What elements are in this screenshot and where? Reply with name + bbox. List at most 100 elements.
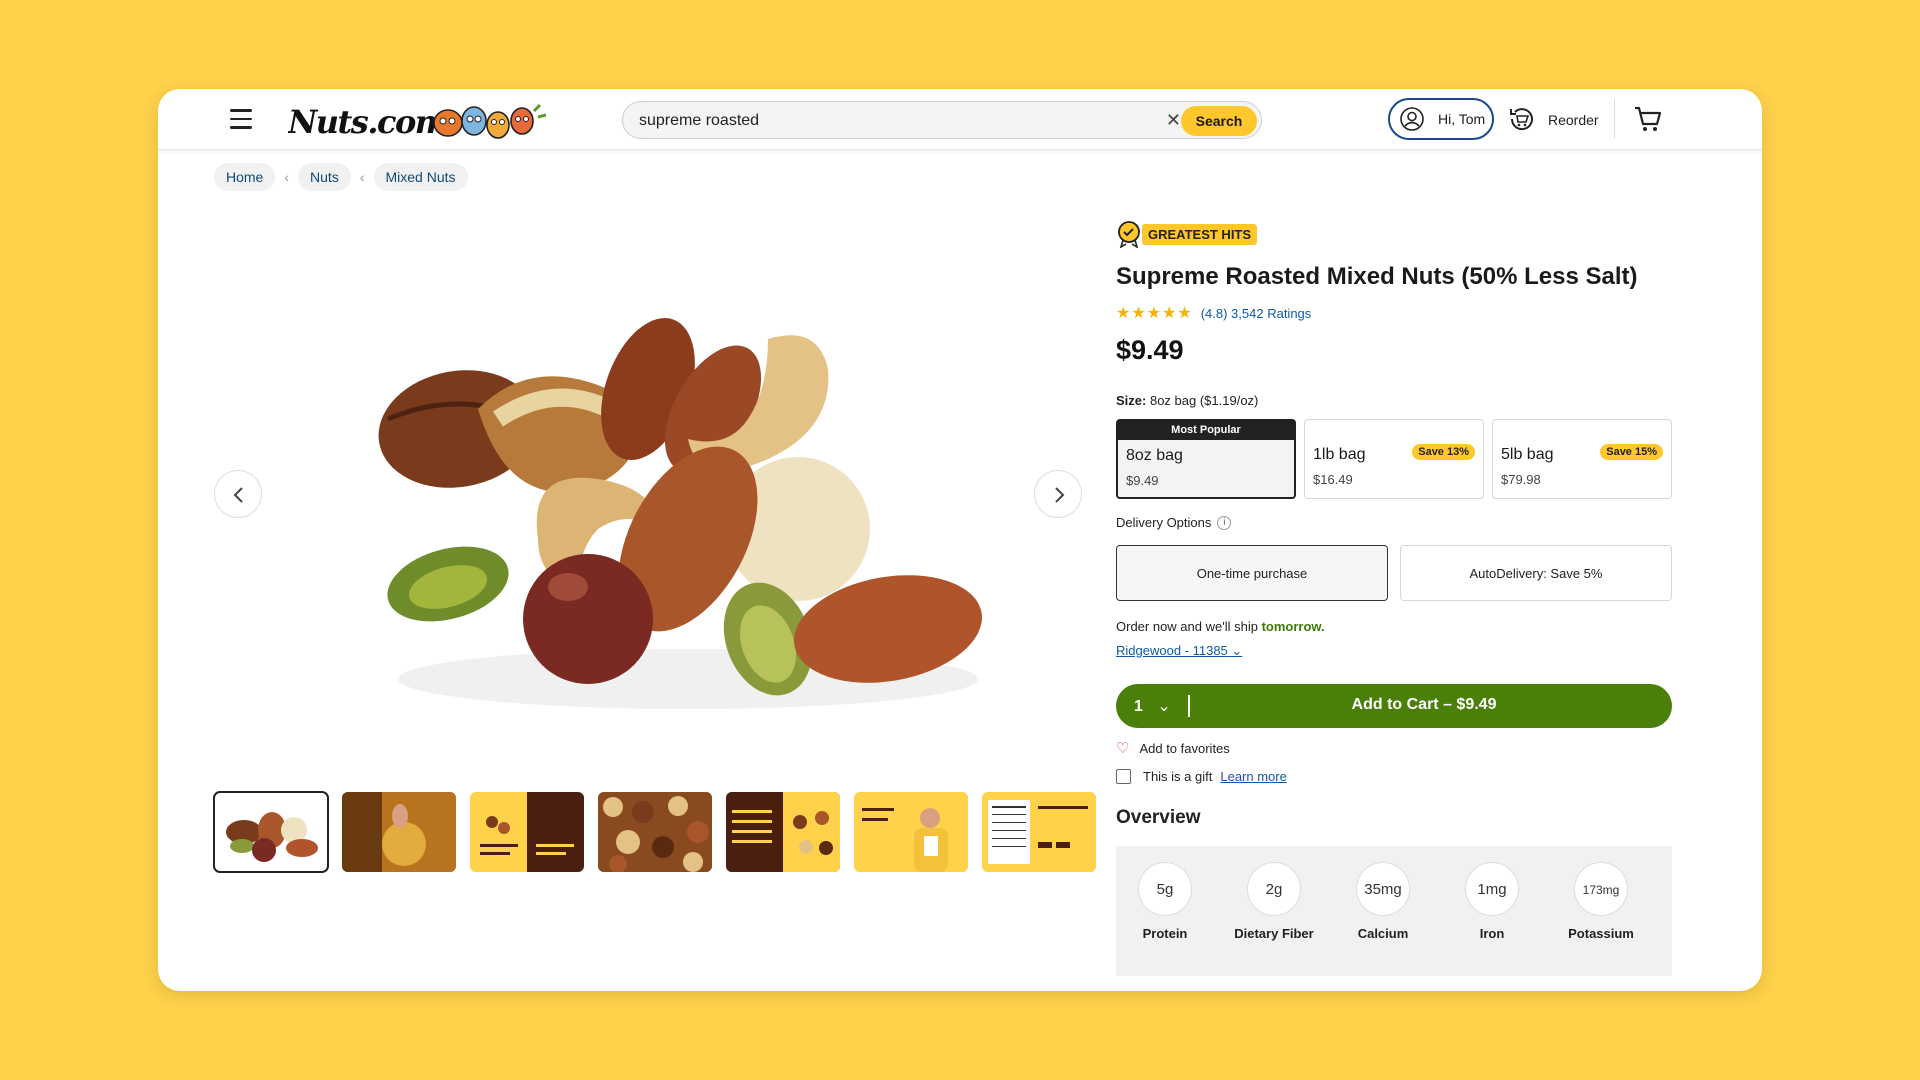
- account-button[interactable]: Hi, Tom: [1388, 98, 1494, 140]
- learn-more-link[interactable]: Learn more: [1220, 769, 1286, 784]
- thumbnail-1[interactable]: [213, 791, 329, 873]
- search-bar: ✕ Search: [622, 101, 1262, 139]
- badge-text: GREATEST HITS: [1142, 223, 1258, 245]
- size-label: Size: 8oz bag ($1.19/oz): [1116, 393, 1258, 408]
- nutrient-protein: 5g Protein: [1120, 862, 1210, 941]
- size-name: 1lb bag: [1313, 446, 1366, 463]
- thumbnail-5[interactable]: [726, 792, 840, 872]
- logo-wordmark: Nuts.com: [288, 103, 447, 141]
- nutrient-iron: 1mg Iron: [1447, 862, 1537, 941]
- nutrient-value: 173mg: [1574, 862, 1628, 916]
- reorder-icon: [1510, 108, 1533, 131]
- add-to-cart-button[interactable]: 1 ⌄ Add to Cart – $9.49: [1116, 684, 1672, 728]
- nutrition-panel: 5g Protein 2g Dietary Fiber 35mg Calcium…: [1116, 846, 1672, 976]
- ship-when: tomorrow.: [1261, 619, 1325, 634]
- greatest-hits-badge: GREATEST HITS: [1116, 219, 1258, 249]
- nutrient-fiber: 2g Dietary Fiber: [1229, 862, 1319, 941]
- thumbnail-image: [470, 792, 584, 872]
- delivery-options-label: Delivery Options i: [1116, 515, 1232, 530]
- size-option-1lb[interactable]: 1lb bag $16.49 Save 13%: [1304, 419, 1484, 499]
- breadcrumb-home[interactable]: Home: [214, 163, 276, 191]
- nutrient-label: Protein: [1142, 926, 1188, 941]
- close-icon[interactable]: ✕: [1166, 110, 1181, 131]
- thumbnail-image: [854, 792, 968, 872]
- thumbnail-image: [982, 792, 1096, 872]
- breadcrumb-nuts[interactable]: Nuts: [298, 163, 351, 191]
- product-image: [378, 317, 982, 709]
- user-icon: [1400, 107, 1424, 131]
- nutrient-value: 1mg: [1465, 862, 1519, 916]
- rating-text: (4.8) 3,542 Ratings: [1200, 305, 1312, 321]
- browser-page: Nuts.com ✕ Search: [158, 89, 1762, 991]
- thumbnail-7[interactable]: [982, 792, 1096, 872]
- nutrient-value: 5g: [1138, 862, 1192, 916]
- thumbnail-image: [342, 792, 456, 872]
- thumbnail-image: [598, 792, 712, 872]
- nutrient-calcium: 35mg Calcium: [1338, 862, 1428, 941]
- location-text: Ridgewood - 11385: [1116, 643, 1228, 658]
- add-to-favorites[interactable]: ♡ Add to favorites: [1116, 739, 1230, 757]
- autodelivery-option[interactable]: AutoDelivery: Save 5%: [1400, 545, 1672, 601]
- cart-icon[interactable]: [1632, 103, 1664, 135]
- award-icon: [1118, 221, 1140, 248]
- add-to-cart-label: Add to Cart – $9.49: [1351, 696, 1497, 713]
- size-price: $16.49: [1313, 472, 1353, 487]
- size-name: 5lb bag: [1501, 446, 1554, 463]
- overview-heading: Overview: [1116, 807, 1201, 828]
- nutrient-value: 2g: [1247, 862, 1301, 916]
- breadcrumb-mixed-nuts[interactable]: Mixed Nuts: [373, 163, 468, 191]
- favorites-label: Add to favorites: [1139, 740, 1230, 756]
- nutrient-label: Dietary Fiber: [1234, 926, 1314, 941]
- chevron-left-icon: ‹: [359, 169, 365, 185]
- heart-icon: ♡: [1116, 740, 1130, 757]
- site-header: Nuts.com ✕ Search: [158, 89, 1762, 150]
- nutrient-label: Calcium: [1357, 926, 1409, 941]
- size-price: $79.98: [1501, 472, 1541, 487]
- shipping-note: Order now and we'll ship tomorrow.: [1116, 619, 1325, 634]
- reorder-label: Reorder: [1548, 112, 1599, 128]
- thumbnail-6[interactable]: [854, 792, 968, 872]
- reorder-button[interactable]: Reorder: [1508, 101, 1608, 137]
- thumbnail-4[interactable]: [598, 792, 712, 872]
- size-options: Most Popular 8oz bag $9.49 1lb bag $16.4…: [1116, 419, 1672, 499]
- ship-text: Order now and we'll ship: [1116, 619, 1258, 634]
- chevron-down-icon: ⌄: [1231, 643, 1243, 658]
- delivery-location-link[interactable]: Ridgewood - 11385 ⌄: [1116, 643, 1242, 659]
- carousel-prev-button[interactable]: [214, 470, 262, 518]
- save-badge: Save 15%: [1600, 444, 1663, 460]
- one-time-purchase-option[interactable]: One-time purchase: [1116, 545, 1388, 601]
- size-option-5lb[interactable]: 5lb bag $79.98 Save 15%: [1492, 419, 1672, 499]
- logo-graphic: Nuts.com: [287, 103, 547, 141]
- product-rating[interactable]: ★★★★★ (4.8) 3,542 Ratings: [1116, 303, 1311, 323]
- chevron-left-icon: [233, 487, 243, 503]
- product-price: $9.49: [1116, 335, 1184, 365]
- search-input[interactable]: [639, 110, 1139, 132]
- breadcrumb: Home ‹ Nuts ‹ Mixed Nuts: [214, 163, 468, 191]
- nutrient-potassium: 173mg Potassium: [1556, 862, 1646, 941]
- search-button[interactable]: Search: [1181, 106, 1257, 136]
- delivery-options: One-time purchase AutoDelivery: Save 5%: [1116, 545, 1672, 601]
- site-logo[interactable]: Nuts.com: [287, 97, 558, 145]
- size-option-8oz[interactable]: Most Popular 8oz bag $9.49: [1116, 419, 1296, 499]
- size-price: $9.49: [1126, 473, 1159, 488]
- nutrient-value: 35mg: [1356, 862, 1410, 916]
- thumbnail-2[interactable]: [342, 792, 456, 872]
- size-name: 8oz bag: [1126, 447, 1183, 464]
- chevron-left-icon: ‹: [284, 169, 290, 185]
- header-divider: [1614, 99, 1615, 139]
- thumbnail-strip: [213, 791, 1096, 873]
- info-icon[interactable]: i: [1217, 515, 1232, 530]
- gift-checkbox[interactable]: [1116, 769, 1131, 784]
- delivery-label-text: Delivery Options: [1116, 515, 1212, 530]
- most-popular-tag: Most Popular: [1117, 420, 1295, 440]
- thumbnail-image: [226, 812, 318, 862]
- save-badge: Save 13%: [1412, 444, 1475, 460]
- gift-label: This is a gift: [1143, 769, 1213, 784]
- thumbnail-image: [726, 792, 840, 872]
- account-label: Hi, Tom: [1438, 111, 1486, 127]
- thumbnail-3[interactable]: [470, 792, 584, 872]
- nutrient-label: Potassium: [1568, 926, 1634, 941]
- gift-option: This is a gift Learn more: [1116, 769, 1287, 784]
- hamburger-icon[interactable]: [230, 109, 252, 129]
- size-label-value: 8oz bag ($1.19/oz): [1149, 393, 1259, 408]
